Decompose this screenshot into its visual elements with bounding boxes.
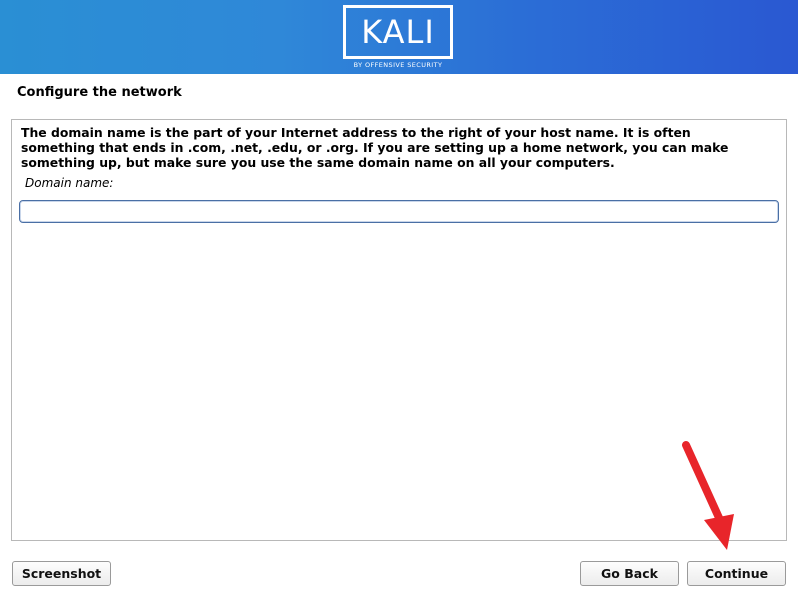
domain-name-input[interactable] [19,200,779,223]
logo-text: KALI [361,13,435,51]
logo-subtitle: BY OFFENSIVE SECURITY [353,61,443,69]
continue-button[interactable]: Continue [687,561,786,586]
description-text: The domain name is the part of your Inte… [21,125,729,170]
domain-name-label: Domain name: [25,176,114,190]
header-banner: KALI BY OFFENSIVE SECURITY [0,0,798,74]
kali-logo: KALI [343,5,453,59]
go-back-button[interactable]: Go Back [580,561,679,586]
screenshot-button[interactable]: Screenshot [12,561,111,586]
red-arrow-icon [682,441,734,550]
content-panel [11,119,787,541]
page-title: Configure the network [17,85,182,100]
